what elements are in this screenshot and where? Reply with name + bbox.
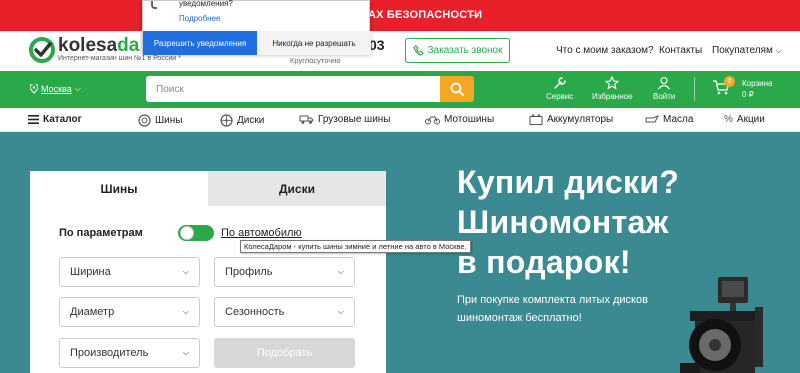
location-pin-icon: [30, 84, 38, 94]
hero-title-line: Купил диски?: [457, 164, 680, 200]
disc-icon: [220, 114, 233, 127]
phone-icon: [412, 45, 424, 56]
hero-title-line: Шиномонтаж: [457, 204, 669, 240]
oil-can-icon: [645, 115, 659, 123]
select-value: Диаметр: [70, 306, 115, 318]
category-label: Диски: [237, 115, 265, 126]
width-select[interactable]: Ширина ⌵: [59, 257, 200, 287]
login-label: Войти: [653, 92, 676, 101]
buyers-menu[interactable]: Покупателям ⌵: [712, 45, 782, 56]
manufacturer-select[interactable]: Производитель ⌵: [59, 338, 200, 368]
category-truck-tires[interactable]: Грузовые шины: [299, 114, 391, 125]
promo-bar[interactable]: АХ БЕЗОПАСНОСТИ →: [0, 0, 800, 31]
hero-subtitle-line: шиномонтаж бесплатно!: [457, 312, 582, 324]
search-bar: Москва ⌵ Сервис Избранное Войти 0 Корзин…: [0, 71, 800, 108]
diameter-select[interactable]: Диаметр ⌵: [59, 297, 200, 327]
tab-tires[interactable]: Шины: [30, 171, 208, 206]
hero-title-line: в подарок!: [457, 244, 631, 280]
tagline: Интернет-магазин шин №1 в России *: [58, 55, 181, 62]
battery-icon: [529, 114, 543, 125]
chevron-down-icon: ⌵: [74, 84, 81, 93]
city-selector[interactable]: Москва ⌵: [30, 84, 81, 94]
chevron-down-icon: ⌵: [182, 348, 189, 357]
callback-label: Заказать звонок: [427, 45, 503, 56]
select-value: Производитель: [70, 347, 149, 359]
city-name: Москва: [41, 84, 72, 94]
tab-discs[interactable]: Диски: [208, 171, 386, 206]
wrench-icon: [554, 77, 566, 89]
profile-select[interactable]: Профиль ⌵: [214, 257, 355, 287]
catalog-menu[interactable]: Каталог: [28, 114, 82, 125]
star-icon: [605, 76, 620, 90]
category-promos[interactable]: % Акции: [724, 114, 765, 125]
search-icon: [450, 82, 464, 96]
logo-text[interactable]: kolesada: [58, 35, 139, 57]
menu-icon: [28, 115, 39, 124]
hero-subtitle: При покупке комплекта литых дисков шином…: [457, 291, 667, 327]
buyers-label: Покупателям: [712, 45, 773, 56]
category-label: Масла: [663, 114, 694, 125]
login-link[interactable]: Войти: [653, 76, 675, 101]
header: kolesada Интернет-магазин шин №1 в Росси…: [0, 31, 800, 71]
hours-text: Круглосуточно: [290, 56, 341, 65]
chevron-down-icon: ⌵: [775, 46, 782, 55]
tooltip: КолесаДаром - купить шины зимние и летни…: [240, 240, 471, 253]
category-tires[interactable]: Шины: [138, 114, 182, 127]
contacts-link[interactable]: Контакты: [659, 45, 702, 56]
hero-title: Купил диски? Шиномонтаж в подарок!: [457, 162, 679, 282]
chevron-down-icon: ⌵: [337, 267, 344, 276]
truck-icon: [299, 115, 314, 124]
search-button[interactable]: [440, 76, 474, 102]
callback-button[interactable]: Заказать звонок: [405, 38, 510, 63]
select-value: Ширина: [70, 266, 111, 278]
category-label: Грузовые шины: [318, 114, 391, 125]
cart-label[interactable]: Корзина: [742, 79, 772, 88]
service-link[interactable]: Сервис: [546, 76, 573, 101]
category-moto-tires[interactable]: Мотошины: [425, 114, 494, 125]
category-batteries[interactable]: Аккумуляторы: [529, 114, 613, 125]
order-status-link[interactable]: Что с моим заказом?: [556, 45, 654, 56]
service-label: Сервис: [546, 92, 574, 101]
search-input[interactable]: [146, 76, 440, 102]
chevron-down-icon: ⌵: [182, 307, 189, 316]
select-value: Сезонность: [225, 306, 285, 318]
notification-more-link[interactable]: Подробнее: [179, 14, 221, 23]
percent-icon: %: [724, 114, 733, 125]
favorites-label: Избранное: [592, 92, 633, 101]
category-label: Мотошины: [444, 114, 495, 125]
motorcycle-icon: [425, 116, 440, 125]
arrow-right-icon: →: [466, 5, 482, 22]
notification-permission-popup: уведомления? Подробнее Разрешить уведомл…: [142, 0, 371, 55]
toggle-knob[interactable]: [180, 226, 194, 240]
deny-notifications-button[interactable]: Никогда не разрешать: [257, 31, 371, 55]
user-icon: [658, 76, 671, 90]
category-label: Шины: [155, 115, 183, 126]
tire-changer-image: [680, 277, 763, 373]
chevron-down-icon: ⌵: [182, 267, 189, 276]
catalog-label: Каталог: [43, 114, 82, 125]
favorites-link[interactable]: Избранное: [592, 76, 633, 101]
allow-notifications-button[interactable]: Разрешить уведомления: [143, 31, 257, 55]
hero-subtitle-line: При покупке комплекта литых дисков: [457, 294, 648, 306]
category-nav: Каталог Шины Диски Грузовые шины Мотошин…: [0, 108, 800, 132]
cart-sum: 0 ₽: [742, 90, 754, 99]
category-discs[interactable]: Диски: [220, 114, 264, 127]
cart-count-badge: 0: [724, 76, 735, 87]
category-oils[interactable]: Масла: [645, 114, 693, 125]
pick-button[interactable]: Подобрать: [214, 338, 355, 368]
category-label: Акции: [736, 114, 765, 125]
notification-text: уведомления?: [179, 0, 233, 8]
tire-icon: [138, 114, 151, 127]
divider: [694, 77, 695, 101]
season-select[interactable]: Сезонность ⌵: [214, 297, 355, 327]
select-value: Профиль: [225, 266, 273, 278]
mode-by-params[interactable]: По параметрам: [59, 227, 143, 239]
bell-icon: [151, 1, 157, 9]
tire-filter-card: Шины Диски По параметрам По автомобилю Ш…: [30, 171, 386, 373]
phone-number[interactable]: 03: [369, 37, 385, 53]
mode-by-car[interactable]: По автомобилю: [221, 227, 302, 239]
chevron-down-icon: ⌵: [337, 307, 344, 316]
logo-icon[interactable]: [28, 36, 60, 64]
category-label: Аккумуляторы: [547, 114, 614, 125]
